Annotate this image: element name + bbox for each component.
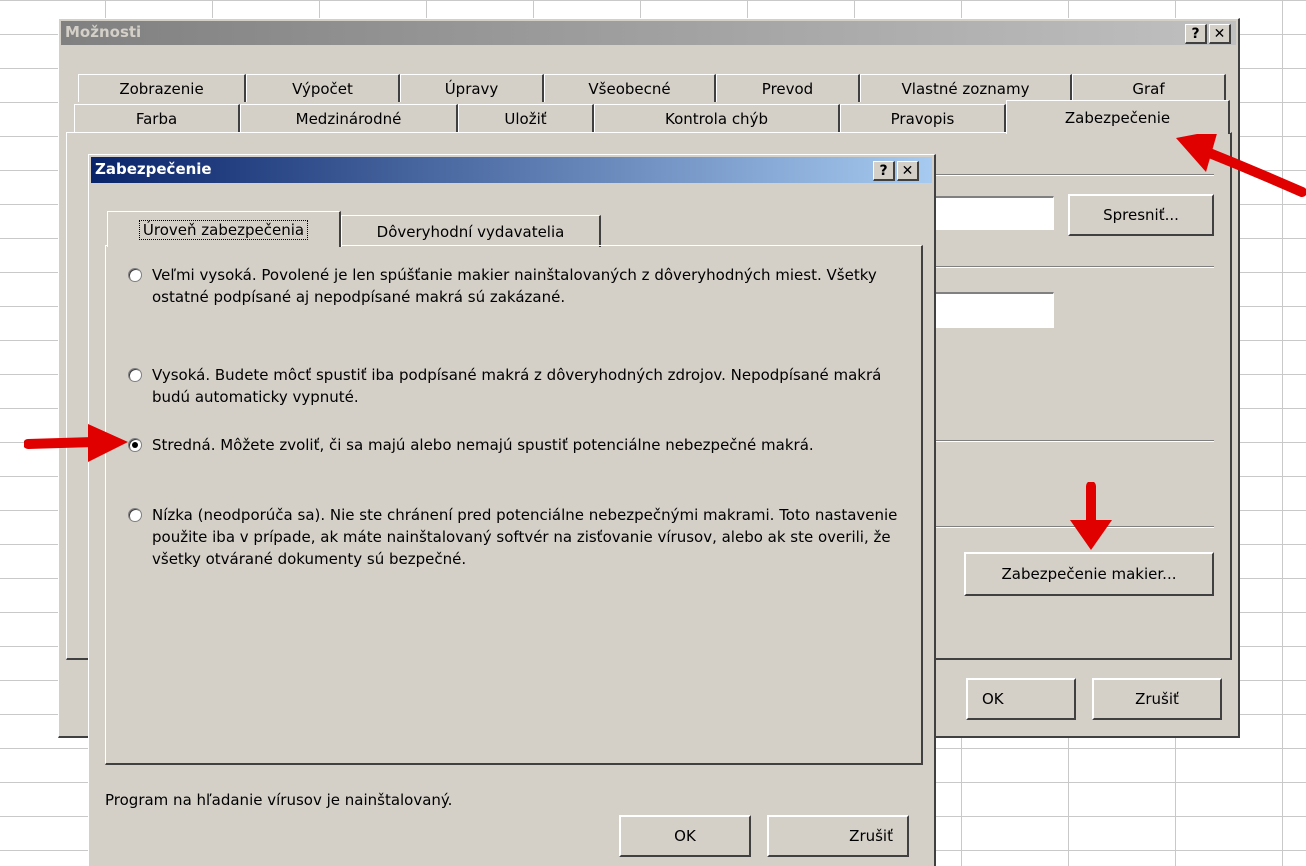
- radio-option-high[interactable]: Vysoká. Budete môcť spustiť iba podpísan…: [128, 364, 918, 408]
- tab-vseobecne[interactable]: Všeobecné: [544, 74, 716, 102]
- tab-prevod[interactable]: Prevod: [716, 74, 860, 102]
- security-close-button[interactable]: ✕: [897, 161, 919, 181]
- options-separator: [932, 266, 1214, 268]
- security-title-bar: Zabezpečenie: [91, 157, 932, 183]
- options-close-button[interactable]: ✕: [1209, 24, 1231, 44]
- tab-uroven-label: Úroveň zabezpečenia: [138, 219, 309, 240]
- options-cancel-label: Zrušiť: [1135, 690, 1179, 708]
- annotation-arrow-left: [24, 424, 128, 462]
- security-help-button[interactable]: ?: [873, 161, 895, 181]
- options-title-bar: Možnosti: [61, 21, 1236, 45]
- radio-label: Stredná. Môžete zvoliť, či sa majú alebo…: [152, 436, 814, 454]
- security-cancel-label: Zrušiť: [849, 827, 893, 845]
- radio-button[interactable]: [128, 368, 142, 382]
- security-title: Zabezpečenie: [95, 160, 212, 178]
- security-cancel-button[interactable]: Zrušiť: [767, 815, 909, 857]
- tab-zobrazenie[interactable]: Zobrazenie: [78, 74, 246, 102]
- radio-option-low[interactable]: Nízka (neodporúča sa). Nie ste chránení …: [128, 504, 918, 570]
- tab-uroven-zabezpecenia[interactable]: Úroveň zabezpečenia: [107, 211, 341, 247]
- radio-button[interactable]: [128, 508, 142, 522]
- tab-ulozit[interactable]: Uložiť: [458, 104, 594, 132]
- annotation-arrow-down: [1070, 482, 1112, 550]
- options-ok-button[interactable]: OK: [966, 678, 1076, 720]
- macro-security-button[interactable]: Zabezpečenie makier...: [964, 552, 1214, 596]
- password-open-field[interactable]: [932, 196, 1054, 230]
- tab-kontrola-chyb[interactable]: Kontrola chýb: [594, 104, 840, 132]
- radio-label: Vysoká. Budete môcť spustiť iba podpísan…: [152, 366, 882, 406]
- tab-zabezpecenie[interactable]: Zabezpečenie: [1006, 100, 1230, 134]
- tab-upravy[interactable]: Úpravy: [400, 74, 544, 102]
- radio-option-medium[interactable]: Stredná. Môžete zvoliť, či sa majú alebo…: [128, 434, 918, 456]
- tab-graf[interactable]: Graf: [1072, 74, 1226, 102]
- options-title: Možnosti: [65, 23, 142, 41]
- options-cancel-button[interactable]: Zrušiť: [1092, 678, 1222, 720]
- macro-security-button-label: Zabezpečenie makier...: [1001, 565, 1177, 583]
- advanced-button-label: Spresniť...: [1103, 206, 1179, 224]
- radio-button[interactable]: [128, 268, 142, 282]
- security-ok-label: OK: [674, 827, 696, 845]
- tab-pravopis[interactable]: Pravopis: [840, 104, 1006, 132]
- tab-medzinarodne[interactable]: Medzinárodné: [240, 104, 458, 132]
- options-help-button[interactable]: ?: [1185, 24, 1207, 44]
- radio-label: Veľmi vysoká. Povolené je len spúšťanie …: [152, 266, 877, 306]
- options-ok-label: OK: [982, 690, 1004, 708]
- security-status-text: Program na hľadanie vírusov je nainštalo…: [105, 791, 453, 809]
- tab-vypocet[interactable]: Výpočet: [246, 74, 400, 102]
- radio-option-very-high[interactable]: Veľmi vysoká. Povolené je len spúšťanie …: [128, 264, 918, 308]
- tab-vlastne-zoznamy[interactable]: Vlastné zoznamy: [860, 74, 1072, 102]
- annotation-arrow-top-right: [1176, 130, 1306, 197]
- password-modify-field[interactable]: [932, 292, 1054, 328]
- security-ok-button[interactable]: OK: [619, 815, 751, 857]
- radio-label: Nízka (neodporúča sa). Nie ste chránení …: [152, 506, 898, 568]
- tab-doveryhodni-vydavatelia[interactable]: Dôveryhodní vydavatelia: [341, 215, 601, 247]
- options-separator: [932, 440, 1214, 442]
- tab-farba[interactable]: Farba: [74, 104, 240, 132]
